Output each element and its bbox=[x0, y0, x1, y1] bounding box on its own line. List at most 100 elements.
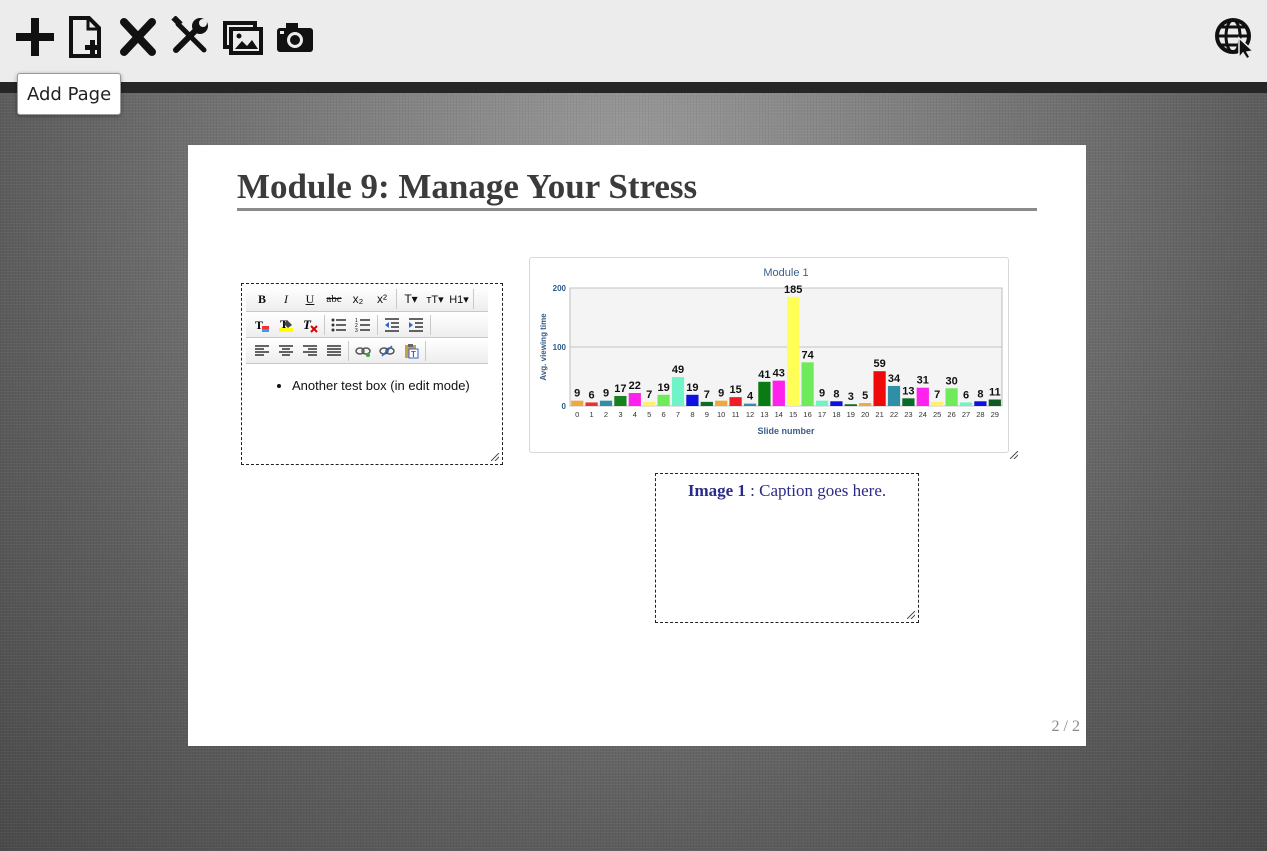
superscript-button[interactable]: x² bbox=[370, 289, 394, 309]
highlight-icon[interactable]: T bbox=[274, 315, 298, 335]
x-tick-label: 13 bbox=[760, 410, 768, 419]
x-tick-label: 17 bbox=[818, 410, 826, 419]
bar bbox=[787, 296, 800, 406]
strikethrough-button[interactable]: abc bbox=[322, 289, 346, 309]
editor-group-indent bbox=[378, 315, 431, 335]
x-tick-label: 5 bbox=[647, 410, 651, 419]
tools-button[interactable] bbox=[170, 16, 222, 62]
editor-toolbar-row: B I U abc x₂ x² T▾ тT▾ H1▾ bbox=[246, 287, 488, 312]
justify-icon[interactable] bbox=[322, 341, 346, 361]
svg-text:T: T bbox=[303, 317, 312, 332]
bar bbox=[743, 403, 757, 406]
bar bbox=[585, 402, 598, 406]
data-label: 74 bbox=[801, 349, 814, 361]
align-left-icon[interactable] bbox=[250, 341, 274, 361]
bar bbox=[873, 371, 886, 406]
svg-text:T: T bbox=[411, 350, 416, 359]
x-tick-label: 29 bbox=[991, 410, 999, 419]
new-page-button[interactable] bbox=[66, 16, 118, 62]
bar bbox=[988, 399, 1001, 406]
font-size-button[interactable]: тT▾ bbox=[423, 289, 447, 309]
bar bbox=[772, 380, 785, 406]
data-label: 8 bbox=[833, 388, 839, 400]
x-tick-label: 15 bbox=[789, 410, 797, 419]
data-label: 8 bbox=[977, 388, 983, 400]
delete-button[interactable] bbox=[118, 16, 170, 62]
editor-group-format: B I U abc x₂ x² bbox=[248, 289, 397, 309]
link-icon[interactable] bbox=[351, 341, 375, 361]
numbered-list-icon[interactable]: 123 bbox=[351, 315, 375, 335]
editor-toolbar: B I U abc x₂ x² T▾ тT▾ H1▾ T T T bbox=[246, 287, 488, 364]
x-tick-label: 21 bbox=[875, 410, 883, 419]
resize-handle[interactable] bbox=[491, 453, 499, 461]
bar bbox=[628, 393, 641, 406]
images-button[interactable] bbox=[222, 16, 274, 62]
data-label: 34 bbox=[888, 373, 901, 385]
bulleted-list-icon[interactable] bbox=[327, 315, 351, 335]
x-tick-label: 4 bbox=[633, 410, 637, 419]
font-family-button[interactable]: T▾ bbox=[399, 289, 423, 309]
bar bbox=[657, 394, 670, 406]
chart-image[interactable]: 0 100 200 Module 1 Slide number Avg. viewing … bbox=[529, 257, 1009, 453]
globe-cursor-icon[interactable] bbox=[1215, 16, 1257, 61]
data-label: 6 bbox=[589, 389, 595, 401]
bold-button[interactable]: B bbox=[250, 289, 274, 309]
data-label: 17 bbox=[614, 383, 626, 395]
x-tick-label: 20 bbox=[861, 410, 869, 419]
align-center-icon[interactable] bbox=[274, 341, 298, 361]
x-tick-label: 9 bbox=[705, 410, 709, 419]
y-tick-label: 100 bbox=[553, 343, 567, 352]
underline-button[interactable]: U bbox=[298, 289, 322, 309]
editor-group-align bbox=[248, 341, 349, 361]
bar bbox=[844, 404, 857, 406]
data-label: 19 bbox=[657, 382, 669, 394]
x-tick-label: 23 bbox=[904, 410, 912, 419]
bar bbox=[715, 400, 728, 406]
resize-handle[interactable] bbox=[907, 611, 915, 619]
x-tick-label: 26 bbox=[947, 410, 955, 419]
paste-text-icon[interactable]: T bbox=[399, 341, 423, 361]
x-tick-label: 6 bbox=[662, 410, 666, 419]
x-tick-label: 24 bbox=[919, 410, 927, 419]
unlink-icon[interactable] bbox=[375, 341, 399, 361]
data-label: 4 bbox=[747, 391, 754, 403]
camera-button[interactable] bbox=[274, 16, 326, 62]
x-axis-label: Slide number bbox=[757, 426, 815, 436]
data-label: 9 bbox=[603, 388, 609, 400]
add-page-button[interactable] bbox=[14, 16, 66, 62]
outdent-icon[interactable] bbox=[380, 315, 404, 335]
bar bbox=[643, 401, 656, 406]
text-color-icon[interactable]: T bbox=[250, 315, 274, 335]
heading-button[interactable]: H1▾ bbox=[447, 289, 471, 309]
bar bbox=[945, 388, 958, 406]
resize-handle[interactable] bbox=[1010, 451, 1018, 459]
data-label: 49 bbox=[672, 364, 684, 376]
x-tick-label: 28 bbox=[976, 410, 984, 419]
tools-icon bbox=[171, 16, 208, 53]
indent-icon[interactable] bbox=[404, 315, 428, 335]
x-tick-label: 27 bbox=[962, 410, 970, 419]
x-tick-label: 1 bbox=[590, 410, 594, 419]
plus-icon bbox=[16, 18, 54, 56]
x-tick-label: 7 bbox=[676, 410, 680, 419]
images-icon bbox=[223, 21, 263, 55]
align-right-icon[interactable] bbox=[298, 341, 322, 361]
bar bbox=[859, 403, 872, 406]
data-label: 9 bbox=[718, 388, 724, 400]
data-label: 30 bbox=[945, 375, 957, 387]
x-tick-label: 11 bbox=[732, 410, 740, 419]
svg-text:T: T bbox=[255, 318, 263, 332]
x-tick-label: 25 bbox=[933, 410, 941, 419]
subscript-button[interactable]: x₂ bbox=[346, 289, 370, 309]
data-label: 43 bbox=[773, 368, 785, 380]
editor-toolbar-row: T T T 123 bbox=[246, 313, 488, 338]
text-editor-box[interactable]: B I U abc x₂ x² T▾ тT▾ H1▾ T T T bbox=[241, 283, 503, 465]
data-label: 41 bbox=[758, 369, 770, 381]
caption-box[interactable]: Image 1 : Caption goes here. bbox=[655, 473, 919, 623]
italic-button[interactable]: I bbox=[274, 289, 298, 309]
editor-content[interactable]: Another test box (in edit mode) bbox=[242, 364, 502, 393]
data-label: 7 bbox=[704, 389, 710, 401]
bar bbox=[614, 395, 627, 406]
clear-format-icon[interactable]: T bbox=[298, 315, 322, 335]
bar bbox=[974, 401, 987, 406]
